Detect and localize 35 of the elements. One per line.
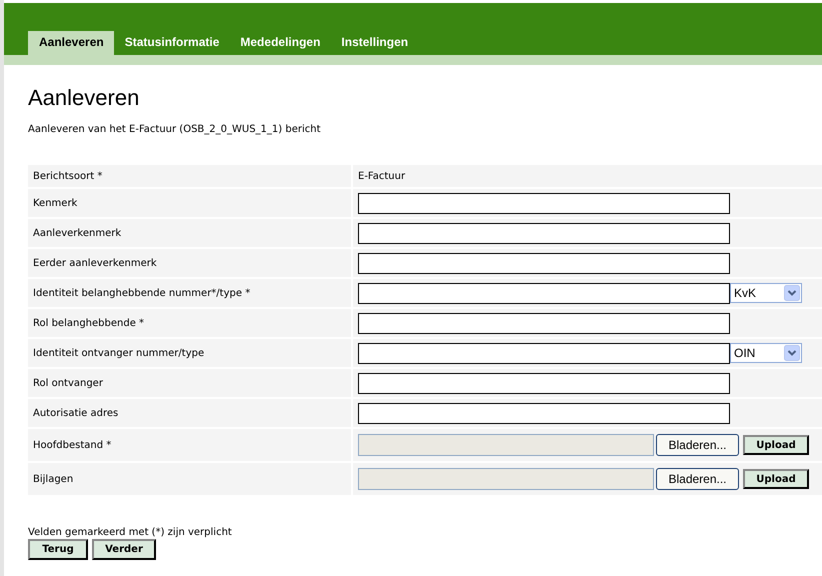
nav-tab[interactable]: Aanleveren: [28, 31, 114, 55]
upload-button[interactable]: Upload: [743, 435, 809, 455]
nav-tab[interactable]: Statusinformatie: [114, 31, 230, 55]
input-field[interactable]: [358, 282, 730, 304]
nav-tab[interactable]: Mededelingen: [229, 31, 330, 55]
type-dropdown[interactable]: KvK: [730, 283, 802, 303]
field-label: Rol ontvanger: [28, 369, 351, 397]
browse-button[interactable]: Bladeren...: [656, 434, 739, 456]
intro-text: Aanleveren van het E-Factuur (OSB_2_0_WUS_1_1) bericht: [28, 124, 322, 135]
input-field[interactable]: [358, 312, 730, 334]
nav-button[interactable]: Verder: [92, 539, 156, 560]
field-label: Identiteit ontvanger nummer/type: [28, 339, 351, 367]
input-field[interactable]: [358, 342, 730, 364]
upload-button[interactable]: Upload: [743, 469, 809, 489]
field-label: Rol belanghebbende *: [28, 309, 351, 337]
input-field[interactable]: [358, 252, 730, 274]
required-fields-note: Velden gemarkeerd met (*) zijn verplicht: [28, 527, 233, 538]
field-label: Eerder aanleverkenmerk: [28, 249, 351, 277]
input-field[interactable]: [358, 372, 730, 394]
field-label: Hoofdbestand *: [28, 429, 351, 461]
nav-tab[interactable]: Instellingen: [330, 31, 418, 55]
field-label: Aanleverkenmerk: [28, 219, 351, 247]
field-label: Berichtsoort *: [28, 165, 351, 187]
field-label: Kenmerk: [28, 189, 351, 217]
nav-button[interactable]: Terug: [28, 539, 88, 560]
browse-button[interactable]: Bladeren...: [656, 468, 739, 490]
field-label: Bijlagen: [28, 463, 351, 495]
input-field[interactable]: [358, 222, 730, 244]
field-label: Identiteit belanghebbende nummer*/type *: [28, 279, 351, 307]
page-title: Aanleveren: [28, 85, 140, 111]
input-field[interactable]: [358, 192, 730, 214]
input-field[interactable]: [358, 402, 730, 424]
field-value: E-Factuur: [358, 170, 406, 182]
field-label: Autorisatie adres: [28, 399, 351, 427]
type-dropdown[interactable]: OIN: [730, 343, 802, 363]
